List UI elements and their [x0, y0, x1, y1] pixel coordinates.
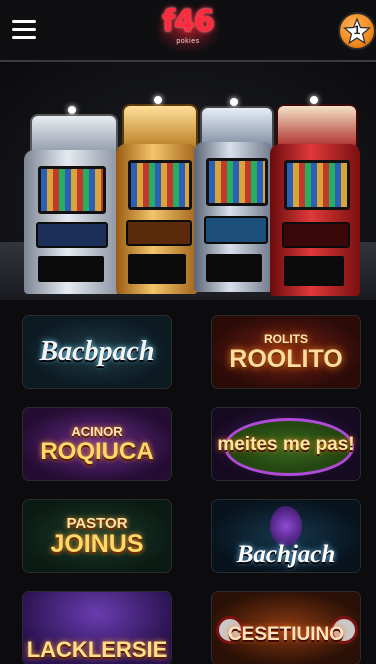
game-tile-7[interactable]: LACKLERSIE	[23, 592, 171, 664]
game-title: ROOLITO	[229, 344, 343, 373]
game-title: Bacbpach	[39, 336, 155, 367]
game-title: Bachjach	[236, 540, 336, 568]
avatar-badge: 1	[353, 23, 361, 37]
game-title: ROQIUCA	[40, 437, 154, 465]
logo-subtext: pokies	[176, 38, 200, 45]
game-label: PASTOR JOINUS	[23, 500, 171, 572]
slot-machine-gold	[116, 96, 198, 294]
game-tile-8[interactable]: CESETIUINO	[212, 592, 360, 664]
game-subtitle: PASTOR	[66, 514, 128, 532]
top-bar: f46 pokies 1	[0, 0, 376, 62]
star-avatar-icon[interactable]: 1	[340, 14, 374, 48]
hamburger-menu-icon[interactable]	[12, 20, 36, 40]
game-title: LACKLERSIE	[26, 637, 168, 662]
logo-text: f46	[162, 4, 215, 39]
game-subtitle: ROLITS	[264, 331, 308, 346]
brand-logo[interactable]: f46 pokies	[148, 6, 228, 54]
game-label: ROLITS ROOLITO	[212, 316, 360, 388]
game-tile-5[interactable]: PASTOR JOINUS	[23, 500, 171, 572]
game-tile-4[interactable]: meites me pas!	[212, 408, 360, 480]
slot-machine-blue	[194, 98, 274, 292]
game-tile-2[interactable]: ROLITS ROOLITO	[212, 316, 360, 388]
game-title: CESETIUINO	[227, 623, 345, 645]
game-label: ACINOR ROQIUCA	[23, 408, 171, 480]
hero-banner	[0, 62, 376, 300]
game-subtitle: ACINOR	[71, 423, 123, 439]
game-title: meites me pas!	[217, 433, 355, 455]
slot-machine-red	[270, 96, 360, 296]
game-tile-1[interactable]: Bacbpach	[23, 316, 171, 388]
game-title: JOINUS	[50, 529, 144, 558]
slot-machine-silver	[24, 106, 120, 294]
game-tile-6[interactable]: Bachjach	[212, 500, 360, 572]
game-tile-3[interactable]: ACINOR ROQIUCA	[23, 408, 171, 480]
